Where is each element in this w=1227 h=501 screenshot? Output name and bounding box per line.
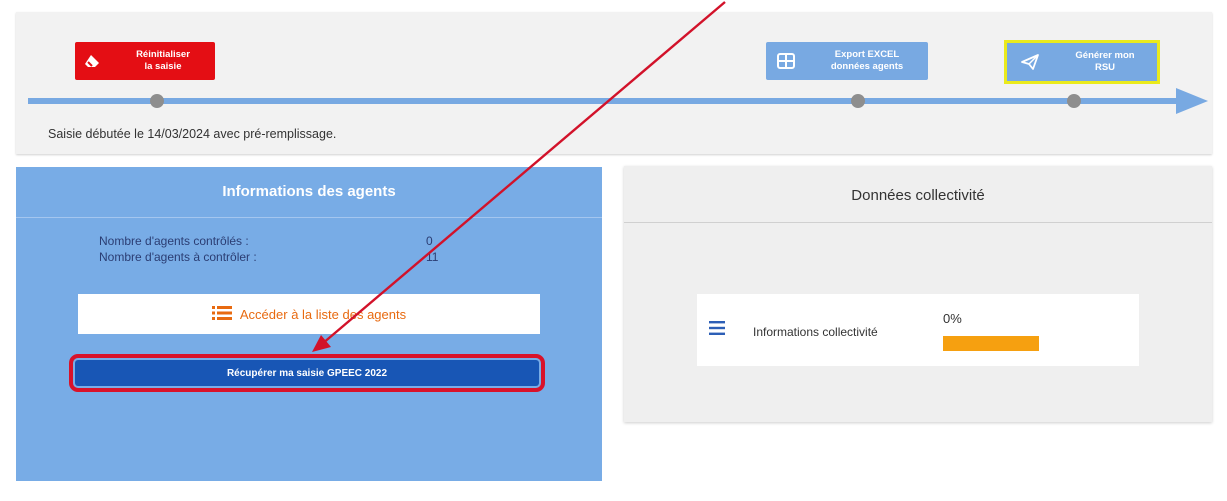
timeline-step-reset xyxy=(150,94,164,108)
generate-rsu-button[interactable]: Générer mon RSU xyxy=(1004,40,1160,84)
eraser-icon xyxy=(75,53,111,69)
timeline-line xyxy=(28,98,1178,104)
recuperer-gpeec-label: Récupérer ma saisie GPEEC 2022 xyxy=(226,367,388,379)
table-icon xyxy=(766,53,806,69)
generate-rsu-label: Générer mon RSU xyxy=(1075,50,1135,73)
agents-panel: Informations des agents Nombre d'agents … xyxy=(16,167,602,481)
reset-saisie-label: Réinitialiser la saisie xyxy=(136,49,190,72)
saisie-status-text: Saisie débutée le 14/03/2024 avec pré-re… xyxy=(48,127,337,141)
menu-icon xyxy=(709,321,725,340)
agents-list-button[interactable]: Accéder à la liste des agents xyxy=(78,294,540,334)
collectivite-panel: Données collectivité Informations collec… xyxy=(624,166,1212,422)
stat-agents-a-controler: Nombre d'agents à contrôler : 11 xyxy=(99,250,459,264)
collectivite-item-label: Informations collectivité xyxy=(753,325,878,339)
stat-label: Nombre d'agents contrôlés : xyxy=(99,234,249,248)
collectivite-item[interactable]: Informations collectivité 0% xyxy=(697,294,1139,366)
progress-bar xyxy=(943,336,1039,351)
stat-value: 0 xyxy=(426,234,433,248)
reset-saisie-button[interactable]: Réinitialiser la saisie xyxy=(75,42,215,80)
agents-panel-title: Informations des agents xyxy=(16,167,602,218)
list-icon xyxy=(211,305,232,324)
progress-percent: 0% xyxy=(943,311,962,326)
agents-list-label: Accéder à la liste des agents xyxy=(239,306,407,322)
recuperer-gpeec-button[interactable]: Récupérer ma saisie GPEEC 2022 xyxy=(69,354,545,392)
export-excel-label: Export EXCEL données agents xyxy=(830,49,904,72)
stat-label: Nombre d'agents à contrôler : xyxy=(99,250,257,264)
export-excel-button[interactable]: Export EXCEL données agents xyxy=(766,42,928,80)
timeline-step-export xyxy=(851,94,865,108)
stat-agents-controles: Nombre d'agents contrôlés : 0 xyxy=(99,234,459,248)
timeline-arrow-head xyxy=(1176,88,1208,114)
timeline-step-rsu xyxy=(1067,94,1081,108)
timeline-bar: Réinitialiser la saisie Export EXCEL don… xyxy=(16,12,1212,154)
send-icon xyxy=(1007,53,1053,71)
collectivite-panel-title: Données collectivité xyxy=(624,166,1212,223)
stat-value: 11 xyxy=(426,250,439,264)
